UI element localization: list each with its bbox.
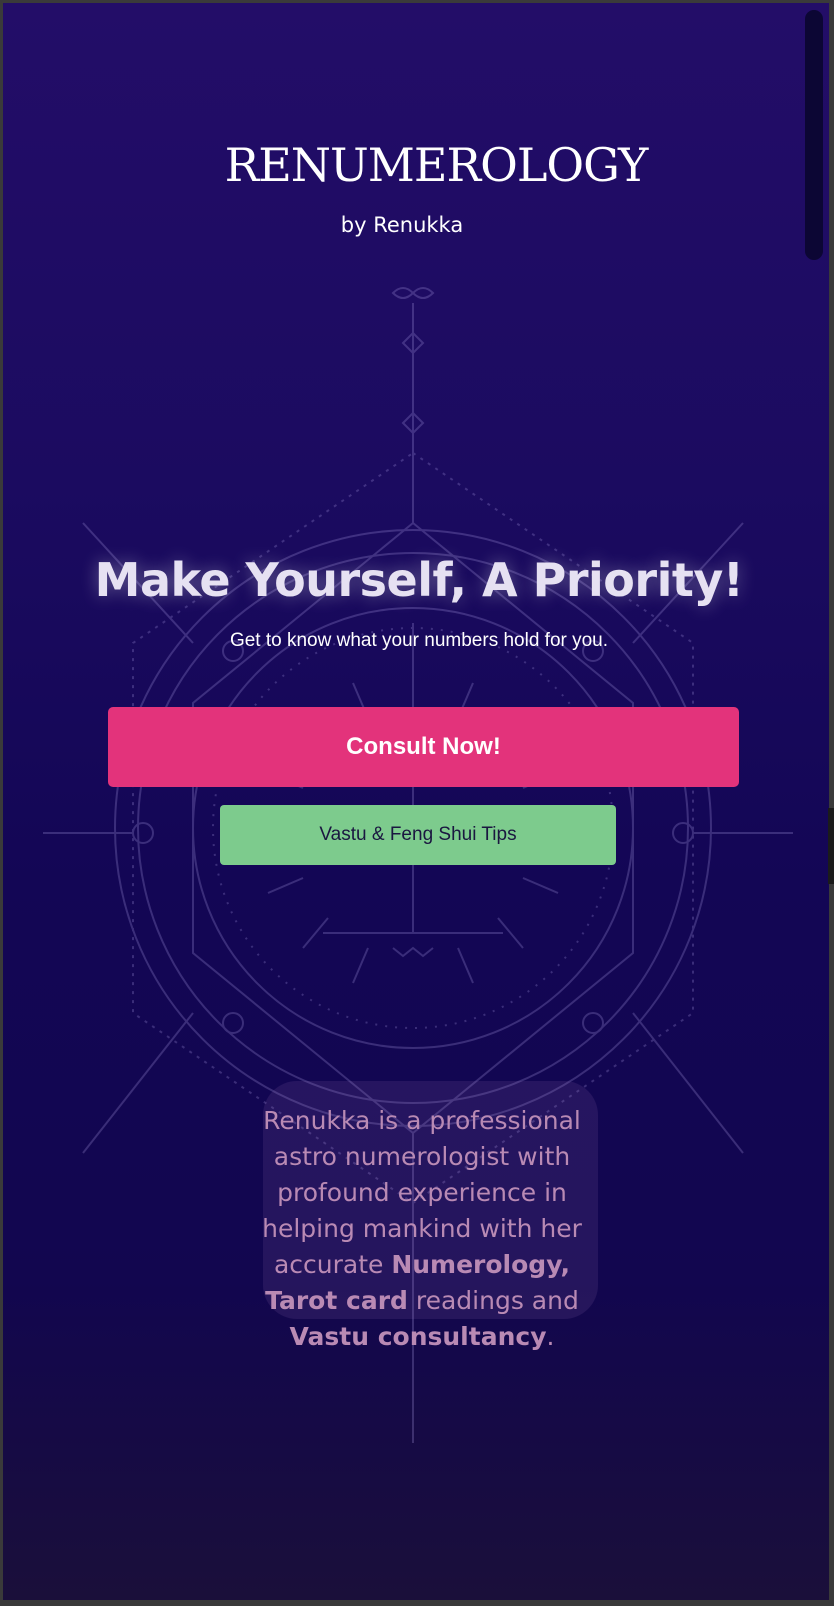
about-middle: readings and [407, 1286, 579, 1315]
hero-heading: Make Yourself, A Priority! [94, 553, 744, 607]
brand-subtitle: by Renukka [340, 213, 464, 237]
page: RENUMEROLOGY by Renukka Make Yourself, A… [3, 3, 829, 1600]
mandala-background [43, 287, 793, 1443]
vastu-feng-shui-tips-button[interactable]: Vastu & Feng Shui Tips [220, 805, 616, 865]
about-end: . [546, 1322, 555, 1351]
about-highlight-vastu: Vastu consultancy [289, 1322, 547, 1351]
about-text: Renukka is a professional astro numerolo… [243, 1103, 601, 1355]
brand-title: RENUMEROLOGY [224, 138, 649, 192]
window-edge [828, 808, 834, 884]
scrollbar-thumb[interactable] [805, 10, 823, 260]
hero-subheading: Get to know what your numbers hold for y… [229, 630, 609, 651]
browser-frame: RENUMEROLOGY by Renukka Make Yourself, A… [0, 0, 834, 1606]
consult-now-button[interactable]: Consult Now! [108, 707, 739, 787]
